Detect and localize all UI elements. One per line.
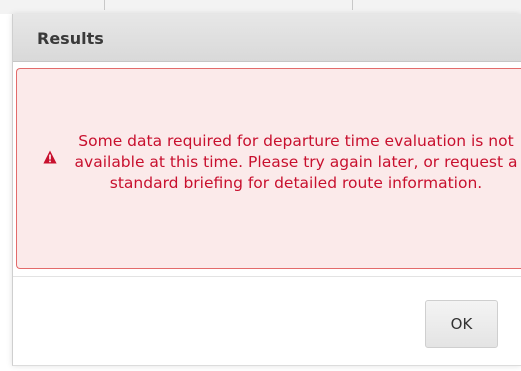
dialog-title: Results — [37, 29, 104, 48]
background-divider — [352, 0, 353, 10]
background-divider — [104, 0, 105, 10]
page: Results Some data required for departure… — [0, 0, 521, 371]
footer-divider — [13, 276, 521, 277]
error-message-box: Some data required for departure time ev… — [16, 68, 521, 269]
error-message-text: Some data required for departure time ev… — [74, 132, 518, 192]
results-dialog: Results Some data required for departure… — [12, 14, 521, 366]
dialog-titlebar: Results — [13, 14, 521, 62]
ok-button[interactable]: OK — [425, 300, 498, 348]
background-page-strip — [0, 0, 521, 14]
warning-triangle-icon — [43, 149, 57, 164]
